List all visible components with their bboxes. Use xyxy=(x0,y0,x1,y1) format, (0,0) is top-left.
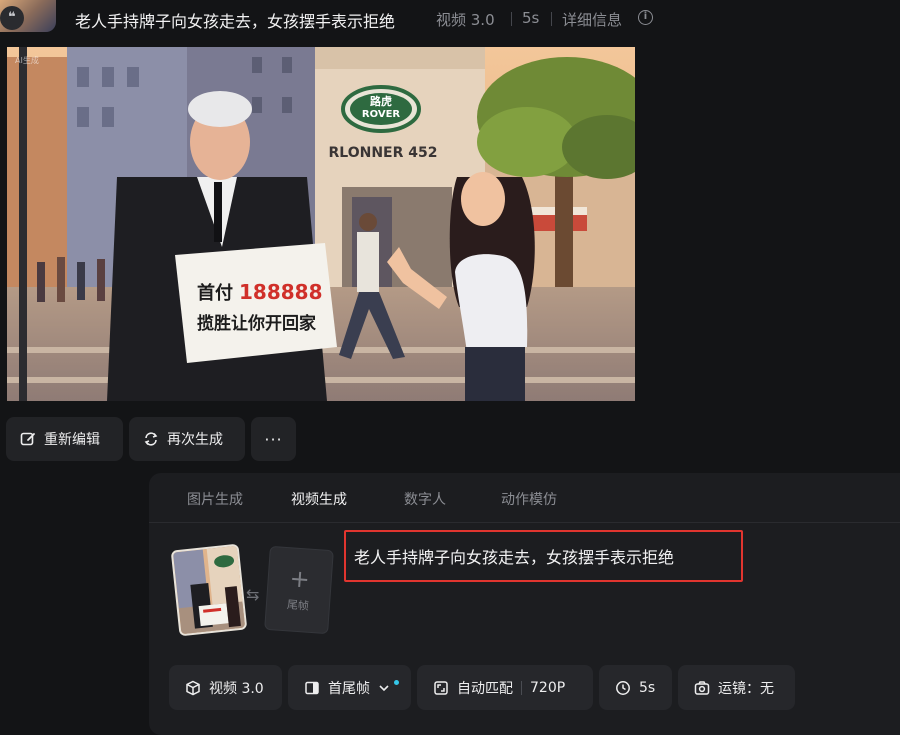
tail-frame-label: 尾帧 xyxy=(286,598,310,613)
task-thumbnail: ❝ xyxy=(0,0,56,32)
tab-video-generation[interactable]: 视频生成 xyxy=(291,489,347,509)
chip-divider xyxy=(521,680,522,695)
logo-top-text: 路虎 xyxy=(370,94,392,108)
details-link[interactable]: 详细信息 xyxy=(562,9,622,30)
resolution-label: 720P xyxy=(530,679,566,696)
tab-divider xyxy=(149,522,900,523)
quote-icon: ❝ xyxy=(0,6,24,30)
duration-chip-label: 5s xyxy=(639,679,656,696)
duration-selector[interactable]: 5s xyxy=(599,665,672,710)
plus-icon: + xyxy=(288,564,311,594)
re-edit-label: 重新编辑 xyxy=(44,432,100,448)
regenerate-button[interactable]: 再次生成 xyxy=(129,417,245,461)
refresh-icon xyxy=(144,432,158,446)
swap-icon[interactable]: ⇆ xyxy=(246,585,259,604)
ratio-resolution-selector[interactable]: 自动匹配 720P xyxy=(417,665,593,710)
sign-line2-text: 揽胜让你开回家 xyxy=(197,313,316,334)
model-selector[interactable]: 视频 3.0 xyxy=(169,665,282,710)
duration-label: 5s xyxy=(522,9,540,27)
frame-mode-icon xyxy=(305,681,319,694)
prompt-text: 老人手持牌子向女孩走去，女孩摆手表示拒绝 xyxy=(354,548,675,567)
frame-mode-selector[interactable]: 首尾帧 xyxy=(288,665,411,710)
tab-digital-human[interactable]: 数字人 xyxy=(404,489,446,509)
generated-image[interactable]: 路虎 ROVER RLONNER 452 首付 188888 揽胜让你开回家 A… xyxy=(7,47,635,401)
sign-prefix-text: 首付 xyxy=(197,282,233,304)
more-options-button[interactable]: ··· xyxy=(251,417,296,461)
info-icon[interactable]: i xyxy=(638,10,653,25)
ai-watermark: AI生成 xyxy=(15,55,39,65)
chevron-down-icon xyxy=(379,684,389,691)
task-title: 老人手持牌子向女孩走去，女孩摆手表示拒绝 xyxy=(75,12,396,31)
camera-chip-label: 运镜：无 xyxy=(718,680,774,697)
first-frame-thumbnail[interactable] xyxy=(170,543,248,637)
ratio-label: 自动匹配 xyxy=(457,680,513,697)
store-name-text: RLONNER 452 xyxy=(329,145,438,161)
logo-bottom-text: ROVER xyxy=(362,109,401,120)
header-separator xyxy=(551,12,552,26)
camera-icon xyxy=(694,680,710,695)
cube-icon xyxy=(186,680,200,695)
camera-movement-selector[interactable]: 运镜：无 xyxy=(678,665,795,710)
notification-dot xyxy=(394,680,399,685)
aspect-ratio-icon xyxy=(434,680,448,695)
header-separator xyxy=(511,12,512,26)
sign-number-text: 188888 xyxy=(239,280,323,304)
tab-image-generation[interactable]: 图片生成 xyxy=(187,489,243,509)
frame-mode-label: 首尾帧 xyxy=(328,680,370,697)
model-label: 视频 3.0 xyxy=(436,11,495,29)
clock-icon xyxy=(616,680,630,695)
add-tail-frame-button[interactable]: + 尾帧 xyxy=(264,545,334,635)
tab-motion-imitation[interactable]: 动作模仿 xyxy=(501,489,557,509)
re-edit-button[interactable]: 重新编辑 xyxy=(6,417,123,461)
edit-icon xyxy=(20,432,35,446)
regenerate-label: 再次生成 xyxy=(167,432,223,448)
model-chip-label: 视频 3.0 xyxy=(209,680,264,697)
